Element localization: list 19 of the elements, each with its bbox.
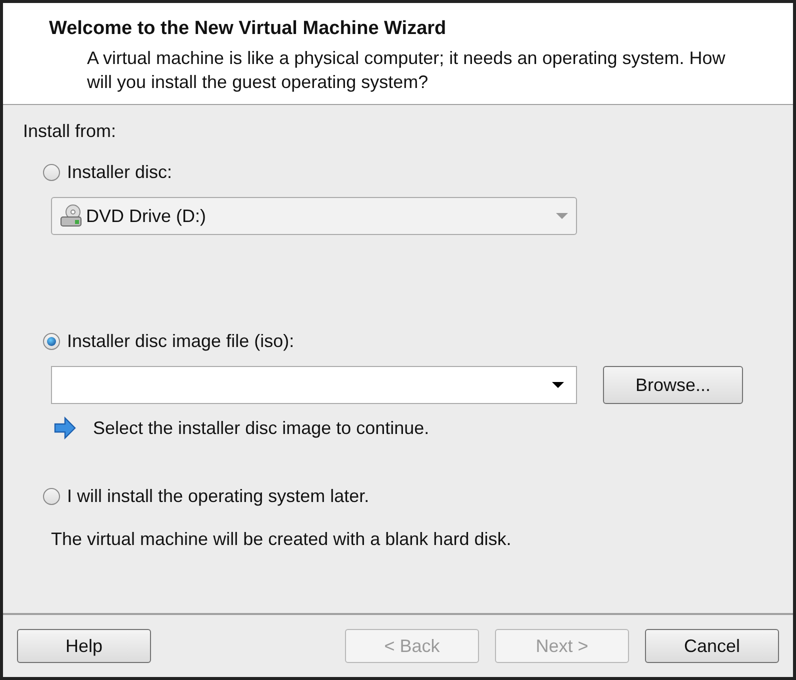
arrow-right-icon [53,416,77,440]
install-from-label: Install from: [23,121,118,142]
disc-drive-icon [60,204,82,228]
radio-label[interactable]: I will install the operating system later. [67,486,370,507]
radio-button[interactable] [43,488,60,505]
browse-button[interactable]: Browse... [603,366,743,404]
caret-icon [552,382,564,388]
radio-label[interactable]: Installer disc image file (iso): [67,331,294,352]
wizard-button[interactable]: Cancel [645,629,779,663]
caret-icon [556,213,568,219]
iso-path-combobox[interactable] [51,366,577,404]
note-text: The virtual machine will be created with a blank hard disk. [51,529,512,550]
wizard-button[interactable]: Help [17,629,151,663]
radio-button[interactable] [43,164,60,181]
radio-label[interactable]: Installer disc: [67,162,172,183]
wizard-title: Welcome to the New Virtual Machine Wizard [49,18,448,40]
hint-text: Select the installer disc image to continue. [93,418,430,438]
wizard-description: A virtual machine is like a physical computer; it needs an operating system. How will you install the guest operating system? [87,47,726,94]
radio-button[interactable] [43,333,60,350]
